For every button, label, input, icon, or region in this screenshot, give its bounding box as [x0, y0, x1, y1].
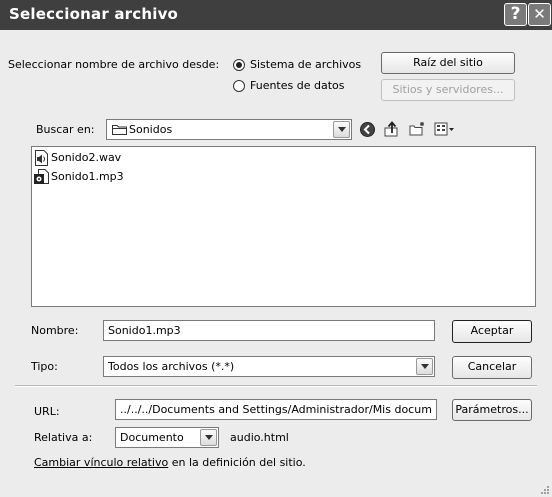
file-name: Sonido1.mp3	[51, 170, 124, 183]
relative-document-name: audio.html	[230, 431, 289, 444]
lookin-value: Sonidos	[129, 123, 173, 136]
new-folder-icon[interactable]	[409, 121, 427, 137]
lookin-label: Buscar en:	[36, 123, 95, 136]
url-label: URL:	[34, 405, 60, 418]
radio-data-sources[interactable]	[233, 80, 245, 92]
radio-file-system[interactable]	[233, 59, 245, 71]
site-root-button[interactable]: Raíz del sitio	[381, 52, 515, 74]
relative-value: Documento	[120, 431, 184, 444]
folder-icon	[112, 125, 127, 135]
help-button[interactable]: ?	[504, 3, 527, 26]
filename-input[interactable]: Sonido1.mp3	[103, 320, 435, 341]
change-relative-link[interactable]: Cambiar vínculo relativo	[34, 456, 168, 469]
radio-data-sources-label[interactable]: Fuentes de datos	[250, 79, 345, 92]
lookin-select[interactable]: Sonidos	[106, 119, 352, 140]
filetype-dropdown-button[interactable]	[416, 358, 433, 375]
footer-text: en la definición del sitio.	[168, 456, 306, 469]
view-menu-icon[interactable]	[434, 121, 456, 137]
cancel-button[interactable]: Cancelar	[452, 356, 532, 379]
accept-button[interactable]: Aceptar	[452, 320, 532, 343]
filetype-label: Tipo:	[31, 360, 58, 373]
file-list[interactable]: Sonido2.wav Sonido1.mp3	[31, 146, 536, 307]
filetype-value: Todos los archivos (*.*)	[108, 360, 235, 373]
filename-label: Nombre:	[31, 324, 79, 337]
wav-file-icon	[35, 150, 48, 166]
title-bar: Seleccionar archivo ? ✕	[0, 0, 552, 30]
lookin-dropdown-button[interactable]	[333, 121, 350, 138]
parameters-button[interactable]: Parámetros...	[452, 399, 532, 421]
resize-grip-icon[interactable]	[538, 483, 550, 495]
filetype-select[interactable]: Todos los archivos (*.*)	[103, 356, 435, 377]
mp3-file-icon	[34, 169, 49, 184]
back-icon[interactable]	[359, 121, 376, 138]
relative-dropdown-button[interactable]	[200, 429, 217, 446]
up-folder-icon[interactable]	[383, 120, 401, 138]
url-input[interactable]: ../../../Documents and Settings/Administ…	[115, 399, 437, 420]
relative-label: Relativa a:	[34, 431, 93, 444]
sites-servers-button[interactable]: Sitios y servidores...	[381, 79, 515, 101]
footer-line: Cambiar vínculo relativo en la definició…	[34, 456, 306, 469]
close-button[interactable]: ✕	[528, 3, 551, 26]
window-title: Seleccionar archivo	[9, 5, 179, 23]
file-name: Sonido2.wav	[51, 151, 122, 164]
radio-file-system-label[interactable]: Sistema de archivos	[250, 58, 361, 71]
separator	[15, 385, 537, 387]
source-label: Seleccionar nombre de archivo desde:	[8, 58, 220, 71]
